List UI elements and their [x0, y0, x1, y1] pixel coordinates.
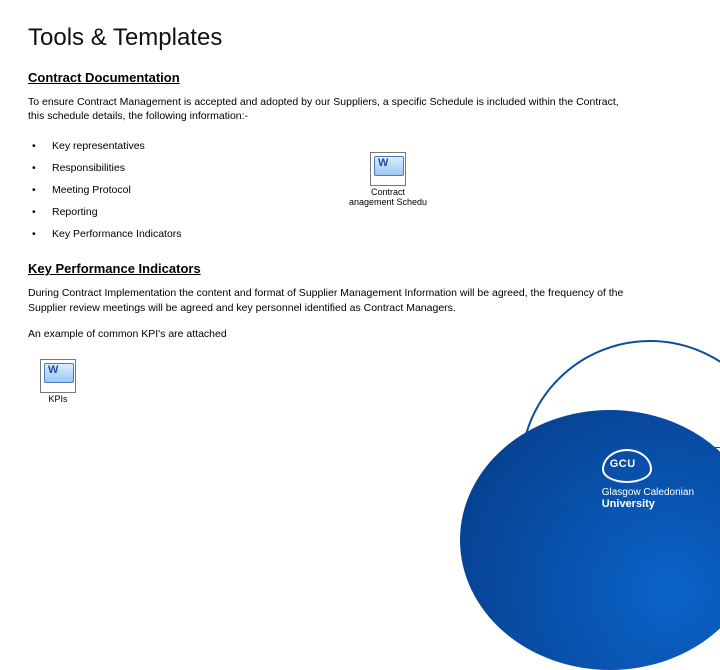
page-title: Tools & Templates — [28, 24, 692, 52]
embed-caption: KPIs — [28, 395, 88, 405]
section-heading-kpi: Key Performance Indicators — [28, 261, 692, 276]
logo-text-line2: University — [602, 498, 694, 510]
section-heading-contract-documentation: Contract Documentation — [28, 70, 692, 85]
embedded-doc-contract-schedule[interactable]: Contract anagement Schedu — [340, 152, 436, 208]
list-item: Key Performance Indicators — [28, 223, 692, 245]
logo-text-line1: Glasgow Caledonian — [602, 487, 694, 498]
gcu-logo: Glasgow Caledonian University — [602, 449, 694, 510]
embedded-doc-kpis[interactable]: KPIs — [28, 359, 88, 405]
embed-caption: Contract anagement Schedu — [340, 188, 436, 208]
word-doc-icon — [40, 359, 76, 393]
word-doc-icon — [370, 152, 406, 186]
kpi-paragraph-1: During Contract Implementation the conte… — [28, 286, 628, 314]
kpi-paragraph-2: An example of common KPI's are attached — [28, 327, 628, 341]
intro-paragraph: To ensure Contract Management is accepte… — [28, 95, 628, 123]
logo-mark — [602, 449, 652, 483]
